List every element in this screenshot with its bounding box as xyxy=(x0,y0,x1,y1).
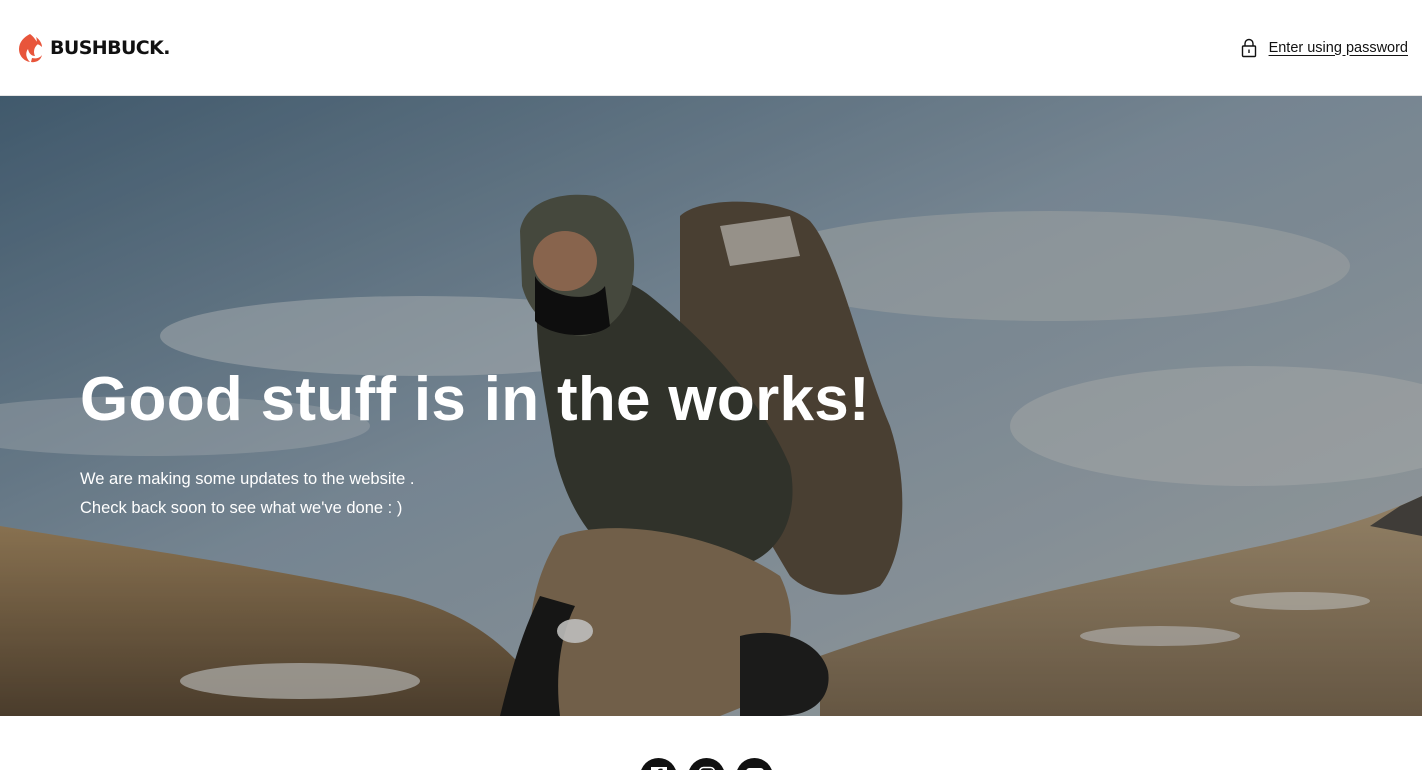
hero-content: Good stuff is in the works! We are makin… xyxy=(80,364,870,523)
hero-title: Good stuff is in the works! xyxy=(80,365,871,434)
brand-logo[interactable]: BUSHBUCK. xyxy=(15,31,170,65)
brand-name: BUSHBUCK. xyxy=(50,36,170,59)
youtube-link[interactable] xyxy=(736,758,773,770)
enter-password-link[interactable]: Enter using password xyxy=(1241,38,1408,58)
facebook-icon xyxy=(650,767,667,770)
lock-icon xyxy=(1241,38,1256,57)
instagram-icon xyxy=(698,766,715,770)
hero-description: We are making some updates to the websit… xyxy=(80,465,870,523)
site-footer xyxy=(0,716,1422,770)
youtube-icon xyxy=(745,768,764,770)
facebook-link[interactable] xyxy=(640,758,677,770)
hero-line-1: We are making some updates to the websit… xyxy=(80,470,415,488)
site-header: BUSHBUCK. Enter using password xyxy=(0,0,1422,96)
instagram-link[interactable] xyxy=(688,758,725,770)
hero-banner: Good stuff is in the works! We are makin… xyxy=(0,96,1422,716)
bushbuck-logo-icon xyxy=(19,33,42,62)
password-link-label: Enter using password xyxy=(1268,39,1408,56)
social-links xyxy=(640,758,773,770)
hero-line-2: Check back soon to see what we've done :… xyxy=(80,499,403,517)
